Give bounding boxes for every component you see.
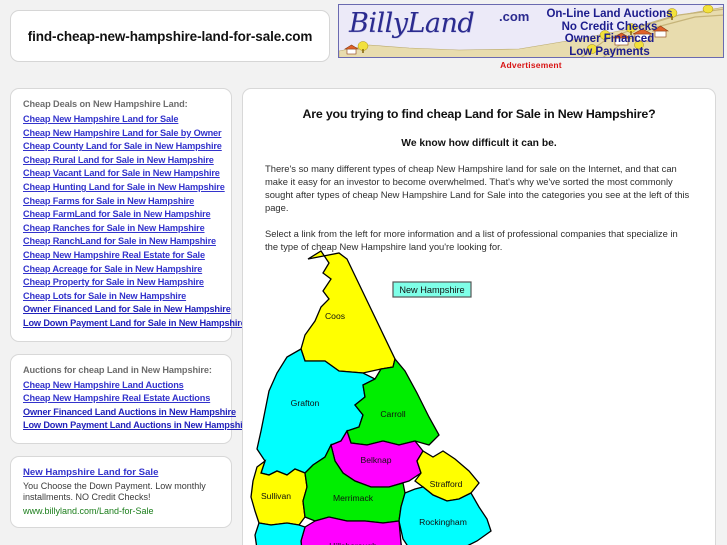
main-text-block: Are you trying to find cheap Land for Sa…	[243, 89, 715, 253]
advertisement-banner[interactable]: BillyLand .com On-Line Land Auctions No …	[338, 4, 724, 74]
page-root: find-cheap-new-hampshire-land-for-sale.c…	[0, 0, 727, 545]
sidebar-link-deal[interactable]: Cheap New Hampshire Real Estate for Sale	[23, 250, 205, 262]
main-content-panel: Are you trying to find cheap Land for Sa…	[242, 88, 716, 545]
sidebar-link-deal[interactable]: Cheap Vacant Land for Sale in New Hampsh…	[23, 168, 220, 180]
sidebar-link-auction[interactable]: Cheap New Hampshire Real Estate Auctions	[23, 393, 210, 405]
promo-ad-url: www.billyland.com/Land-for-Sale	[23, 505, 154, 516]
list-item: Owner Financed Land Auctions in New Hamp…	[23, 405, 236, 419]
auctions-panel: Auctions for cheap Land in New Hampshire…	[10, 353, 251, 444]
main-heading: Are you trying to find cheap Land for Sa…	[302, 107, 656, 121]
list-item: Low Down Payment Land Auctions in New Ha…	[23, 418, 251, 432]
county-label-coos: Coos	[325, 311, 345, 321]
sidebar-link-deal[interactable]: Cheap Property for Sale in New Hampshire	[23, 277, 204, 289]
sidebar-link-deal[interactable]: Cheap Lots for Sale in New Hampshire	[23, 291, 186, 303]
list-item: Cheap New Hampshire Land for Sale by Own…	[23, 126, 222, 140]
cheap-deals-link-list: Cheap New Hampshire Land for Sale Cheap …	[23, 112, 246, 330]
auctions-link-list: Cheap New Hampshire Land Auctions Cheap …	[23, 378, 251, 432]
ad-taglines: On-Line Land Auctions No Credit Checks O…	[527, 8, 692, 58]
list-item: Cheap Acreage for Sale in New Hampshire	[23, 262, 219, 276]
sidebar-link-deal[interactable]: Cheap FarmLand for Sale in New Hampshire	[23, 209, 211, 221]
list-item: Cheap New Hampshire Land for Sale	[23, 112, 219, 126]
list-item: Cheap Lots for Sale in New Hampshire	[23, 289, 219, 303]
county-label-sullivan: Sullivan	[261, 491, 291, 501]
list-item: Cheap FarmLand for Sale in New Hampshire	[23, 207, 219, 221]
main-paragraph: There's so many different types of cheap…	[265, 163, 690, 213]
sidebar-link-deal[interactable]: Low Down Payment Land for Sale in New Ha…	[23, 318, 246, 330]
county-label-grafton: Grafton	[291, 398, 320, 408]
county-label-merrimack: Merrimack	[333, 493, 374, 503]
ad-brand-name: BillyLand	[349, 8, 475, 39]
main-subheading: We know how difficult it can be.	[401, 138, 557, 149]
sidebar: Cheap Deals on New Hampshire Land: Cheap…	[10, 88, 251, 540]
county-label-carroll: Carroll	[380, 409, 405, 419]
advertisement-label: Advertisement	[500, 60, 562, 70]
cheap-deals-panel: Cheap Deals on New Hampshire Land: Cheap…	[10, 88, 246, 342]
sidebar-link-auction[interactable]: Low Down Payment Land Auctions in New Ha…	[23, 420, 251, 432]
ad-tagline: On-Line Land Auctions	[546, 8, 673, 20]
state-label-text: New Hampshire	[399, 285, 464, 295]
sidebar-link-deal[interactable]: Cheap County Land for Sale in New Hampsh…	[23, 141, 222, 153]
list-item: Cheap New Hampshire Land Auctions	[23, 378, 219, 392]
new-hampshire-county-map[interactable]: Coos Grafton Carroll Belknap Sullivan Me…	[243, 249, 715, 545]
county-region-coos[interactable]	[300, 250, 396, 374]
list-item: Cheap New Hampshire Real Estate for Sale	[23, 248, 219, 262]
list-item: Cheap Ranches for Sale in New Hampshire	[23, 221, 219, 235]
sidebar-link-deal[interactable]: Cheap RanchLand for Sale in New Hampshir…	[23, 236, 216, 248]
billyland-ad-image[interactable]: BillyLand .com On-Line Land Auctions No …	[338, 4, 724, 58]
ad-tagline: No Credit Checks	[561, 20, 658, 33]
ad-tagline: Low Payments	[569, 45, 650, 58]
sidebar-link-deal[interactable]: Cheap New Hampshire Land for Sale by Own…	[23, 128, 222, 140]
sidebar-link-deal[interactable]: Cheap Rural Land for Sale in New Hampshi…	[23, 155, 214, 167]
sidebar-link-deal[interactable]: Owner Financed Land for Sale in New Hamp…	[23, 304, 231, 316]
county-label-rockingham: Rockingham	[419, 517, 467, 527]
promo-ad-panel: New Hampshire Land for Sale You Choose t…	[10, 455, 232, 528]
domain-title-box: find-cheap-new-hampshire-land-for-sale.c…	[10, 10, 330, 62]
sidebar-link-deal[interactable]: Cheap Farms for Sale in New Hampshire	[23, 196, 194, 208]
sidebar-link-deal[interactable]: Cheap Ranches for Sale in New Hampshire	[23, 223, 205, 235]
list-item: Cheap Rural Land for Sale in New Hampshi…	[23, 153, 219, 167]
sidebar-link-auction[interactable]: Cheap New Hampshire Land Auctions	[23, 380, 184, 392]
list-item: Cheap RanchLand for Sale in New Hampshir…	[23, 234, 219, 248]
sidebar-link-deal[interactable]: Cheap Acreage for Sale in New Hampshire	[23, 264, 202, 276]
sidebar-link-deal[interactable]: Cheap New Hampshire Land for Sale	[23, 114, 179, 126]
list-item: Cheap Property for Sale in New Hampshire	[23, 275, 219, 289]
cheap-deals-heading: Cheap Deals on New Hampshire Land:	[23, 99, 188, 109]
county-label-belknap: Belknap	[360, 455, 391, 465]
ad-tagline: Owner Financed	[564, 33, 655, 46]
county-label-strafford: Strafford	[430, 479, 463, 489]
list-item: Cheap Farms for Sale in New Hampshire	[23, 194, 219, 208]
list-item: Cheap County Land for Sale in New Hampsh…	[23, 139, 222, 153]
page-header: find-cheap-new-hampshire-land-for-sale.c…	[0, 0, 727, 80]
ad-brand-dotcom: .com	[499, 9, 530, 24]
county-label-hillsborough: Hillsborough	[329, 541, 377, 545]
list-item: Cheap New Hampshire Real Estate Auctions	[23, 391, 219, 405]
list-item: Cheap Hunting Land for Sale in New Hamps…	[23, 180, 225, 194]
auctions-heading: Auctions for cheap Land in New Hampshire…	[23, 364, 212, 375]
page-title: find-cheap-new-hampshire-land-for-sale.c…	[27, 28, 313, 44]
list-item: Owner Financed Land for Sale in New Hamp…	[23, 302, 231, 316]
list-item: Low Down Payment Land for Sale in New Ha…	[23, 316, 246, 330]
list-item: Cheap Vacant Land for Sale in New Hampsh…	[23, 166, 220, 180]
county-region-cheshire[interactable]	[254, 522, 306, 545]
promo-ad-description: You Choose the Down Payment. Low monthly…	[23, 480, 206, 503]
promo-ad-link[interactable]: New Hampshire Land for Sale	[23, 467, 219, 478]
sidebar-link-auction[interactable]: Owner Financed Land Auctions in New Hamp…	[23, 407, 236, 419]
sidebar-link-deal[interactable]: Cheap Hunting Land for Sale in New Hamps…	[23, 182, 225, 194]
map-svg[interactable]: Coos Grafton Carroll Belknap Sullivan Me…	[243, 249, 715, 545]
